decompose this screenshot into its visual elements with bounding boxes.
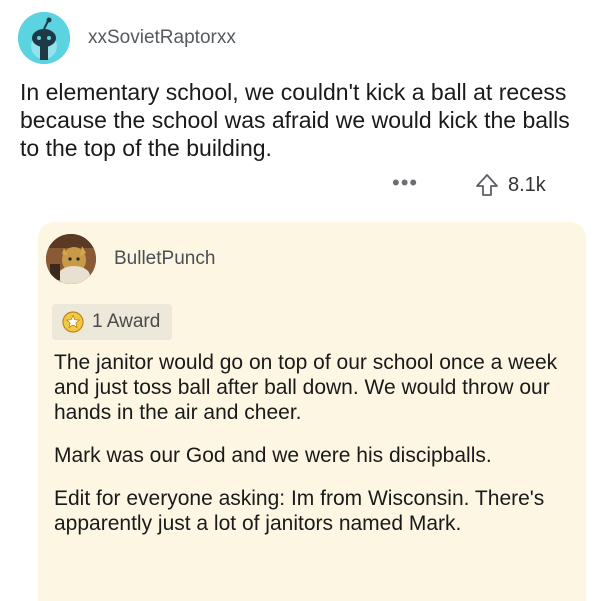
comment-actions: ••• 8.1k: [0, 170, 599, 200]
username[interactable]: BulletPunch: [114, 248, 215, 270]
comment-paragraph: Edit for everyone asking: Im from Wiscon…: [54, 487, 545, 535]
username[interactable]: xxSovietRaptorxx: [88, 27, 236, 49]
reply-comment-card: BulletPunch 1 Award The janitor would go…: [38, 222, 586, 601]
user-avatar-icon: [46, 234, 96, 284]
comment-body: In elementary school, we couldn't kick a…: [20, 79, 570, 161]
comment-thread: xxSovietRaptorxx In elementary school, w…: [0, 0, 599, 601]
comment-paragraph: Mark was our God and we were his discipb…: [54, 444, 492, 467]
award-label: 1 Award: [92, 311, 161, 332]
vote-count: 8.1k: [508, 173, 546, 196]
upvote-arrow-icon: [476, 174, 498, 196]
reply-comment-header: BulletPunch: [46, 234, 215, 284]
award-badge[interactable]: 1 Award: [52, 304, 173, 340]
ellipsis-icon[interactable]: •••: [392, 170, 418, 196]
avatar[interactable]: [46, 234, 96, 284]
parent-comment-header: xxSovietRaptorxx: [18, 12, 236, 64]
snoo-avatar-icon: [18, 12, 70, 64]
upvote-button[interactable]: 8.1k: [474, 172, 546, 198]
avatar[interactable]: [18, 12, 70, 64]
comment-body: The janitor would go on top of our schoo…: [54, 350, 574, 554]
award-icon: [62, 311, 84, 333]
comment-paragraph: The janitor would go on top of our schoo…: [54, 351, 558, 424]
